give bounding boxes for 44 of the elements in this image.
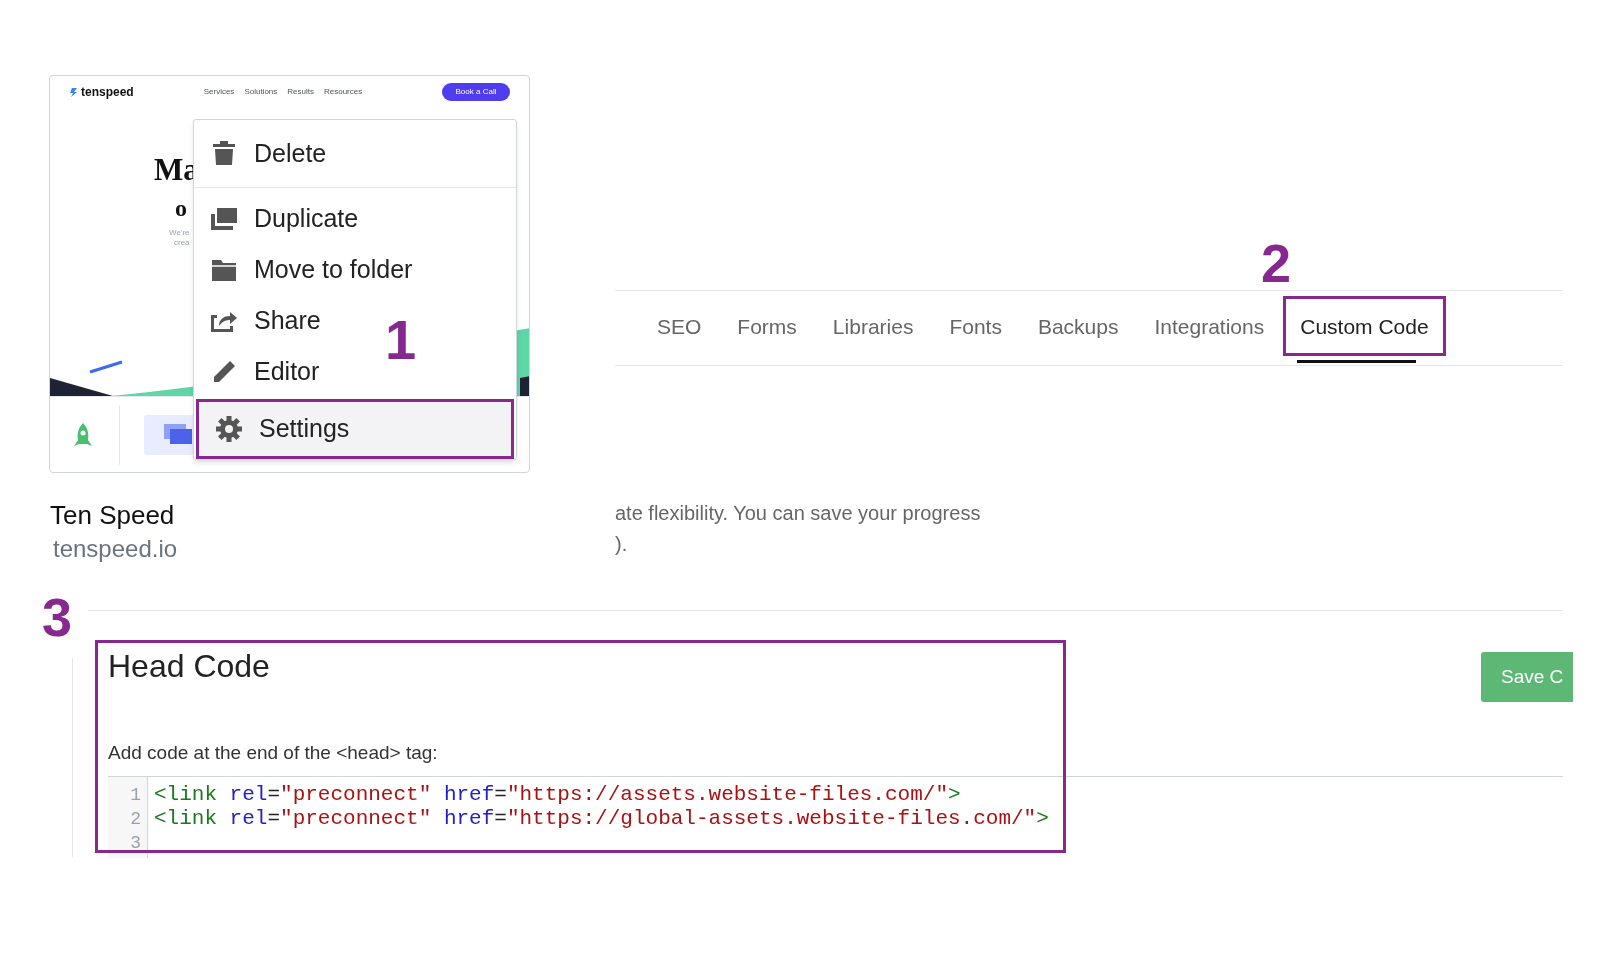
book-call-button[interactable]: Book a Call xyxy=(442,83,510,101)
tab[interactable]: Backups xyxy=(1020,296,1136,365)
tab[interactable]: SEO xyxy=(640,296,719,365)
nav-link[interactable]: Results xyxy=(287,86,314,98)
line-number: 3 xyxy=(130,832,141,855)
site-name: Ten Speed xyxy=(50,499,175,532)
trash-icon xyxy=(212,140,236,167)
folder-icon xyxy=(212,259,236,282)
site-domain: tenspeed.io xyxy=(53,534,178,564)
tab[interactable]: Custom Code xyxy=(1283,296,1446,365)
step-number: 3 xyxy=(42,590,73,644)
menu-item[interactable]: Share xyxy=(194,295,337,347)
nav-link[interactable]: Solutions xyxy=(244,86,278,98)
copy-icon xyxy=(210,207,238,232)
tab[interactable]: Fonts xyxy=(932,296,1019,365)
menu-item[interactable]: Move to folder xyxy=(194,244,429,296)
description-text: ate flexibility. You can save your progress xyxy=(615,502,981,525)
line-number: 1 xyxy=(130,784,141,807)
headline-text: o xyxy=(175,196,187,220)
logo-icon xyxy=(70,86,78,98)
tab[interactable]: Integrations xyxy=(1137,296,1282,365)
pages-icon xyxy=(164,423,194,446)
settings-icon xyxy=(216,416,242,443)
pencil-icon xyxy=(212,359,236,384)
tab[interactable]: Forms xyxy=(720,296,814,365)
menu-item[interactable]: Duplicate xyxy=(194,193,375,245)
tab[interactable]: Libraries xyxy=(815,296,931,365)
menu-item[interactable]: Settings xyxy=(196,399,514,459)
step-number: 1 xyxy=(385,312,417,368)
code-line: <link rel="preconnect" href="https://global-assets.website-files.com/"> xyxy=(154,807,1049,830)
code-line: <link rel="preconnect" href="https://assets.website-files.com/"> xyxy=(154,783,961,806)
body-text: crea xyxy=(174,239,190,247)
nav-link[interactable]: Resources xyxy=(324,86,363,98)
line-number: 2 xyxy=(130,808,141,831)
nav-link[interactable]: Services xyxy=(203,86,235,98)
instruction-text: Add code at the end of the <head> tag: xyxy=(108,741,438,765)
menu-item[interactable]: Editor xyxy=(194,346,336,398)
section-title: Head Code xyxy=(108,650,270,682)
menu-item[interactable]: Delete xyxy=(194,120,343,187)
logo-text: tenspeed xyxy=(81,84,134,101)
rocket-icon xyxy=(71,421,95,448)
description-text: ). xyxy=(615,533,629,556)
code-editor[interactable]: 1 2 3 <link rel="preconnect" href="https://assets.website-files.com/"> <link rel="preconnect" href="https://global-assets.website-files.com/"> xyxy=(108,776,1563,858)
body-text: We're xyxy=(169,229,190,237)
